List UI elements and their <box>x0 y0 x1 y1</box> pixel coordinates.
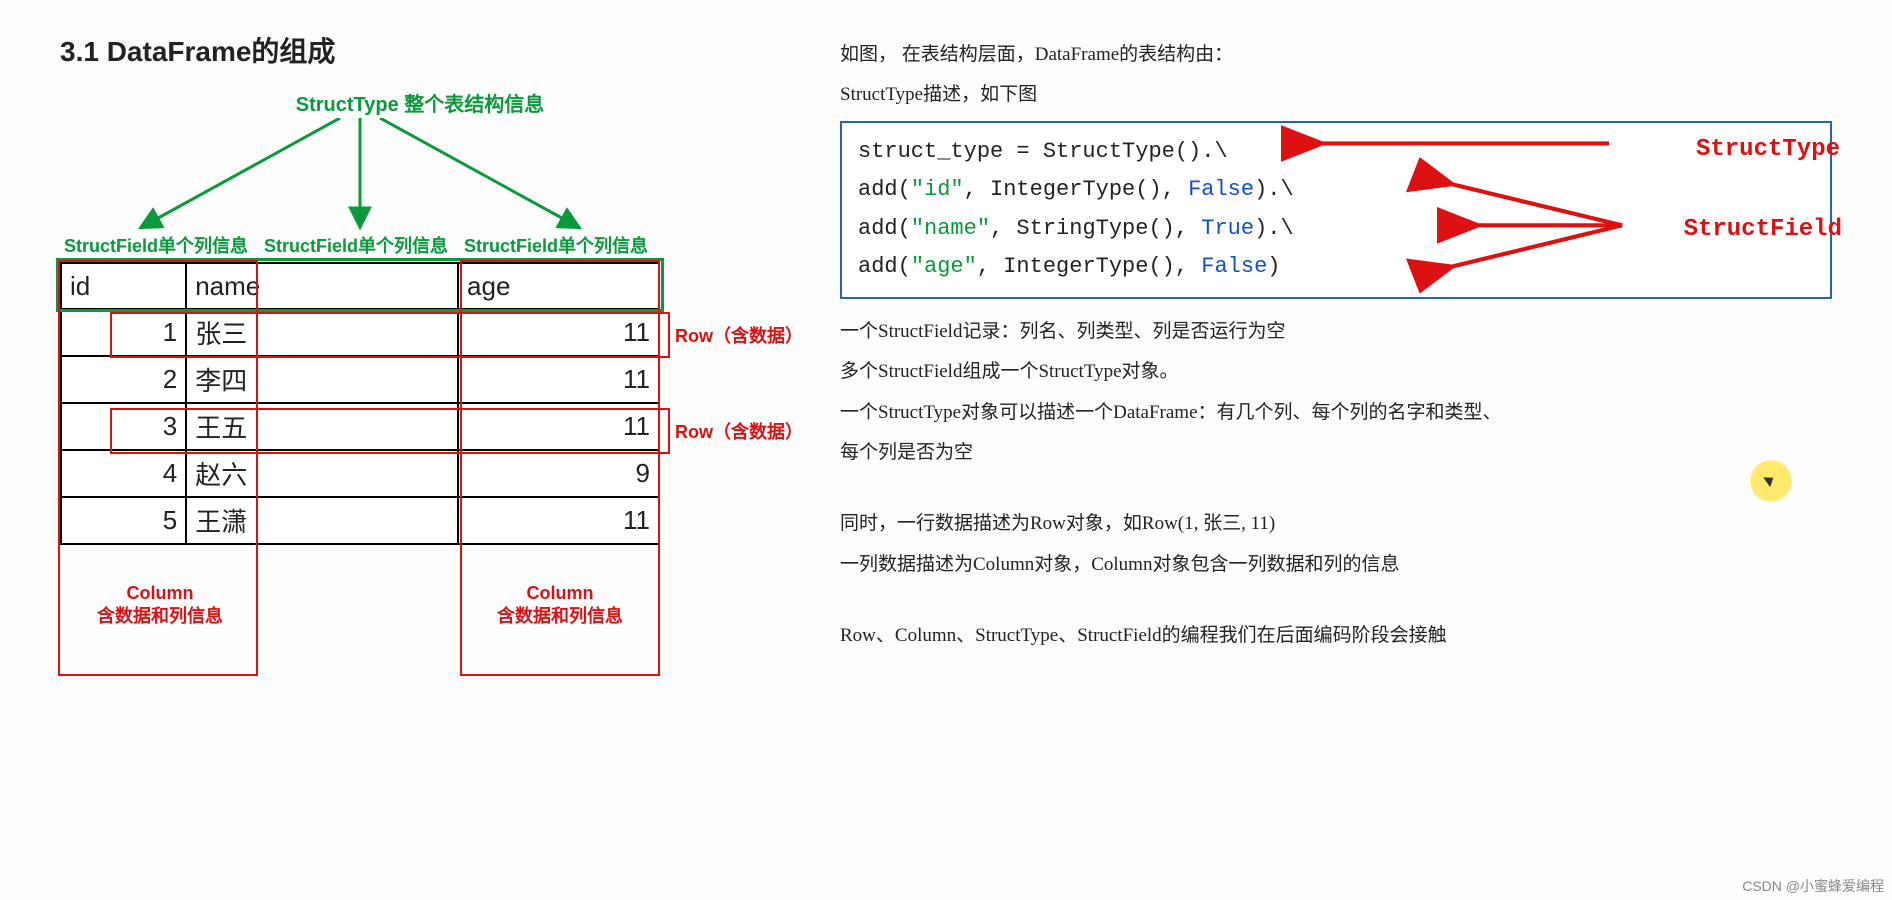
annot-structfield: StructField <box>1684 209 1842 251</box>
col-age-header: age <box>458 263 659 309</box>
watermark: CSDN @小蜜蜂爱编程 <box>1742 876 1884 896</box>
cell-name: 张三 <box>186 309 458 356</box>
section-title: 3.1 DataFrame的组成 <box>60 30 780 70</box>
code-text: add( <box>858 254 911 279</box>
code-string: "id" <box>911 177 964 202</box>
table-row: 1 张三 11 <box>61 309 659 356</box>
cell-name: 赵六 <box>186 450 458 497</box>
code-keyword: False <box>1188 177 1254 202</box>
table-header-row: id name age <box>61 263 659 309</box>
code-text: , IntegerType(), <box>964 177 1188 202</box>
code-line-4: add("age", IntegerType(), False) <box>858 248 1814 287</box>
cell-id: 1 <box>61 309 186 356</box>
code-text: struct_type = StructType().\ <box>858 139 1228 164</box>
table-row: 2 李四 11 <box>61 356 659 403</box>
table-container: id name age 1 张三 11 2 李四 <box>60 262 780 545</box>
table-row: 5 王潇 11 <box>61 497 659 544</box>
col-name-header: name <box>186 263 458 309</box>
column-label-age: Column 含数据和列信息 <box>460 545 660 665</box>
code-box: struct_type = StructType().\ add("id", I… <box>840 121 1832 299</box>
row-label-1: Row（含数据） <box>675 418 803 444</box>
code-keyword: True <box>1201 216 1254 241</box>
cell-id: 3 <box>61 403 186 450</box>
right-column: 如图， 在表结构层面，DataFrame的表结构由： StructType描述，… <box>840 30 1832 662</box>
cell-name: 李四 <box>186 356 458 403</box>
structfield-label-1: StructField单个列信息 <box>260 228 460 262</box>
cell-id: 4 <box>61 450 186 497</box>
code-line-2: add("id", IntegerType(), False).\ <box>858 171 1814 210</box>
para-2: StructType描述，如下图 <box>840 80 1832 110</box>
cell-id: 5 <box>61 497 186 544</box>
code-line-3: add("name", StringType(), True).\ <box>858 210 1814 249</box>
code-line-1: struct_type = StructType().\ <box>858 133 1814 172</box>
data-table: id name age 1 张三 11 2 李四 <box>60 262 660 545</box>
code-text: , StringType(), <box>990 216 1201 241</box>
structfield-label-0: StructField单个列信息 <box>60 228 260 262</box>
cursor-highlight-icon <box>1750 460 1792 502</box>
para-3: 一个StructField记录：列名、列类型、列是否运行为空 <box>840 317 1832 347</box>
row-label-0: Row（含数据） <box>675 322 803 348</box>
code-string: "age" <box>911 254 977 279</box>
column-label-sub: 含数据和列信息 <box>497 605 623 628</box>
code-keyword: False <box>1201 254 1267 279</box>
code-text: add( <box>858 177 911 202</box>
page: 3.1 DataFrame的组成 StructType 整个表结构信息 Stru… <box>60 30 1832 665</box>
cell-name: 王潇 <box>186 497 458 544</box>
column-label-title: Column <box>527 582 594 605</box>
diagram: StructType 整个表结构信息 StructField单个列信息 Stru… <box>60 88 780 665</box>
column-label-spacer <box>260 545 460 665</box>
cell-age: 9 <box>458 450 659 497</box>
col-id-header: id <box>61 263 186 309</box>
structtype-arrows <box>60 118 660 233</box>
column-label-id: Column 含数据和列信息 <box>60 545 260 665</box>
cell-name: 王五 <box>186 403 458 450</box>
para-8: 一列数据描述为Column对象，Column对象包含一列数据和列的信息 <box>840 550 1832 580</box>
code-text: ).\ <box>1254 216 1294 241</box>
para-1: 如图， 在表结构层面，DataFrame的表结构由： <box>840 40 1832 70</box>
structfield-label-2: StructField单个列信息 <box>460 228 660 262</box>
para-9: Row、Column、StructType、StructField的编程我们在后… <box>840 621 1832 651</box>
cell-age: 11 <box>458 356 659 403</box>
code-text: , IntegerType(), <box>977 254 1201 279</box>
para-6: 每个列是否为空 <box>840 438 1832 468</box>
cell-age: 11 <box>458 497 659 544</box>
code-string: "name" <box>911 216 990 241</box>
cell-age: 11 <box>458 403 659 450</box>
column-label-sub: 含数据和列信息 <box>97 605 223 628</box>
column-footer-labels: Column 含数据和列信息 Column 含数据和列信息 <box>60 545 660 665</box>
structtype-label: StructType 整个表结构信息 <box>296 88 545 117</box>
para-4: 多个StructField组成一个StructType对象。 <box>840 357 1832 387</box>
column-label-title: Column <box>127 582 194 605</box>
para-5: 一个StructType对象可以描述一个DataFrame：有几个列、每个列的名… <box>840 398 1832 428</box>
cell-id: 2 <box>61 356 186 403</box>
structfield-label-row: StructField单个列信息 StructField单个列信息 Struct… <box>60 228 660 262</box>
left-column: 3.1 DataFrame的组成 StructType 整个表结构信息 Stru… <box>60 30 780 665</box>
code-text: add( <box>858 216 911 241</box>
table-row: 3 王五 11 <box>61 403 659 450</box>
table-row: 4 赵六 9 <box>61 450 659 497</box>
para-7: 同时，一行数据描述为Row对象，如Row(1, 张三, 11) <box>840 509 1832 539</box>
code-text: ).\ <box>1254 177 1294 202</box>
annot-structtype: StructType <box>1696 129 1840 171</box>
code-text: ) <box>1267 254 1280 279</box>
cell-age: 11 <box>458 309 659 356</box>
